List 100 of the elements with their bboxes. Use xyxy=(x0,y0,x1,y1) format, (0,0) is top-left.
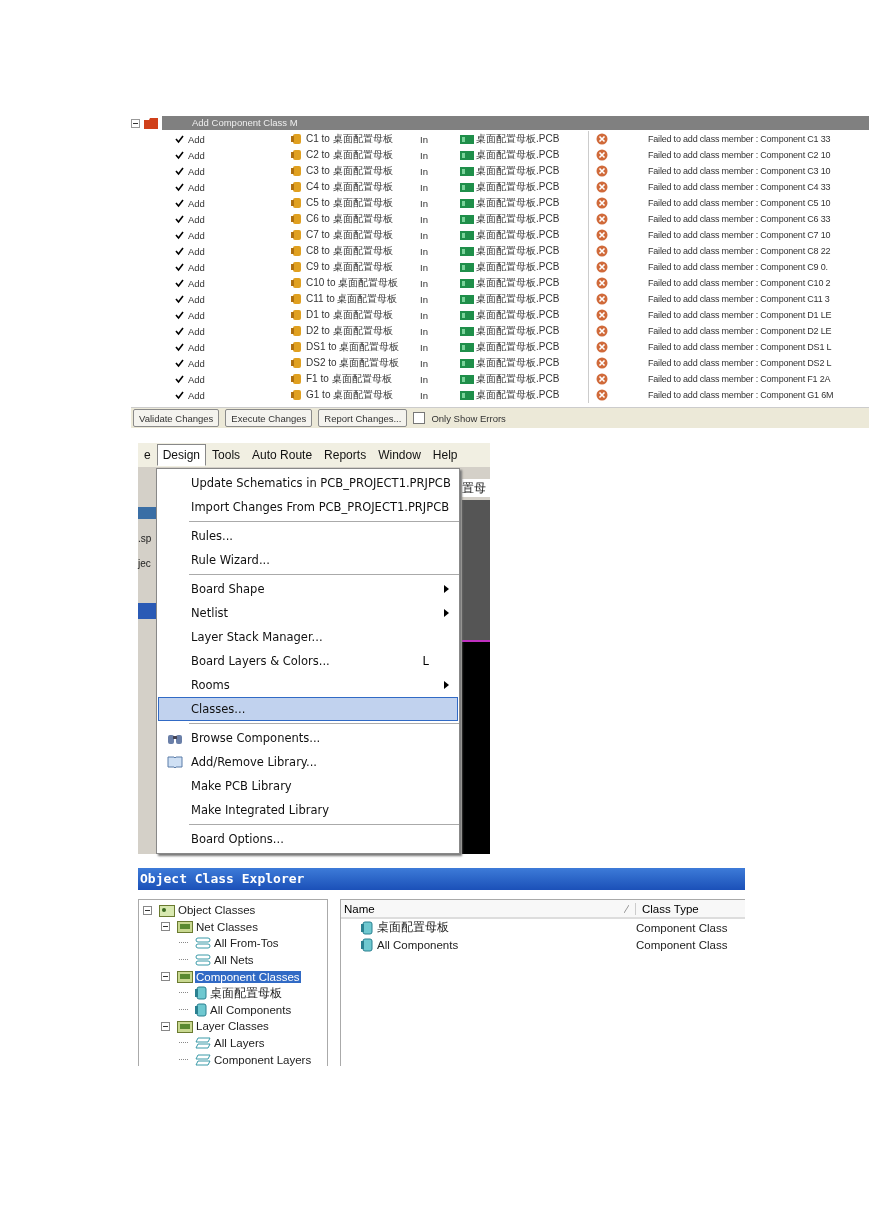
list-item[interactable]: All Components xyxy=(377,938,459,951)
error-icon xyxy=(596,181,608,193)
menu-item[interactable]: Update Schematics in PCB_PROJECT1.PRJPCB xyxy=(158,471,458,495)
error-icon xyxy=(596,389,608,401)
group-header: Add Component Class M xyxy=(162,116,869,130)
message-text: Failed to add class member : Component C3 10 xyxy=(648,166,832,176)
tree-item[interactable]: Net Classes xyxy=(195,920,259,933)
menu-bar-item[interactable]: Auto Route xyxy=(246,444,319,466)
menu-bar-item[interactable]: e xyxy=(138,444,157,466)
menu-item[interactable]: Classes... xyxy=(158,697,458,721)
error-icon xyxy=(596,245,608,257)
folder-icon xyxy=(177,1019,193,1033)
dialog-button[interactable]: Report Changes... xyxy=(318,409,408,427)
folder-icon xyxy=(177,920,193,934)
tree-item[interactable]: All Layers xyxy=(213,1037,266,1050)
menu-item[interactable]: Make Integrated Library xyxy=(158,798,458,822)
message-text: Failed to add class member : Component C9 0. xyxy=(648,262,829,272)
menu-item[interactable]: Browse Components... xyxy=(158,726,458,750)
menu-bar-item[interactable]: Design xyxy=(156,444,207,466)
direction-text: In xyxy=(420,341,429,353)
action-text: Add xyxy=(188,261,206,273)
menu-bar-item[interactable]: Reports xyxy=(318,444,373,466)
action-text: Add xyxy=(188,245,206,257)
tree-item[interactable]: All Nets xyxy=(213,954,255,967)
menu-bar-item[interactable]: Window xyxy=(372,444,427,466)
component-icon xyxy=(291,389,302,401)
column-header[interactable]: Class Type xyxy=(636,902,699,915)
affected-document: 桌面配置母板.PCB xyxy=(476,388,561,402)
direction-text: In xyxy=(420,133,429,145)
direction-text: In xyxy=(420,325,429,337)
collapse-toggle[interactable] xyxy=(131,118,140,128)
action-text: Add xyxy=(188,309,206,321)
action-text: Add xyxy=(188,181,206,193)
pcb-icon xyxy=(460,166,474,176)
menu-bar-item[interactable]: Tools xyxy=(206,444,247,466)
menu-item[interactable]: Rule Wizard... xyxy=(158,548,458,572)
affected-object: DS1 to 桌面配置母板 xyxy=(306,340,401,354)
message-text: Failed to add class member : Component G1 6M xyxy=(648,390,835,400)
net-icon xyxy=(195,954,211,967)
direction-text: In xyxy=(420,357,429,369)
direction-text: In xyxy=(420,261,429,273)
error-icon xyxy=(596,213,608,225)
error-icon xyxy=(596,373,608,385)
tree-item[interactable]: Layer Classes xyxy=(195,1020,270,1033)
message-text: Failed to add class member : Component C1 33 xyxy=(648,134,832,144)
pcb-icon xyxy=(460,198,474,208)
tree-toggle[interactable] xyxy=(161,922,170,932)
checkbox[interactable] xyxy=(413,412,426,424)
dialog-button[interactable]: Execute Changes xyxy=(225,409,313,427)
affected-object: C3 to 桌面配置母板 xyxy=(306,164,394,178)
layer-icon xyxy=(195,1053,211,1066)
pcb-icon xyxy=(460,374,474,384)
message-text: Failed to add class member : Component DS2 L xyxy=(648,358,833,368)
menu-item[interactable]: Add/Remove Library... xyxy=(158,750,458,774)
toolbar-strip xyxy=(138,507,156,519)
folder-icon xyxy=(177,970,193,984)
menu-item[interactable]: Rules... xyxy=(158,524,458,548)
menu-item[interactable]: Netlist xyxy=(158,601,458,625)
affected-object: C1 to 桌面配置母板 xyxy=(306,132,394,146)
component-icon xyxy=(291,133,302,145)
component-icon xyxy=(291,165,302,177)
menu-item[interactable]: Board Shape xyxy=(158,577,458,601)
affected-object: DS2 to 桌面配置母板 xyxy=(306,356,401,370)
action-text: Add xyxy=(188,213,206,225)
dialog-button[interactable]: Validate Changes xyxy=(133,409,220,427)
message-text: Failed to add class member : Component C5 10 xyxy=(648,198,832,208)
affected-document: 桌面配置母板.PCB xyxy=(476,324,561,338)
affected-document: 桌面配置母板.PCB xyxy=(476,148,561,162)
message-text: Failed to add class member : Component C11 3 xyxy=(648,294,831,304)
error-icon xyxy=(596,149,608,161)
direction-text: In xyxy=(420,165,429,177)
menu-item[interactable]: Make PCB Library xyxy=(158,774,458,798)
tree-toggle[interactable] xyxy=(143,905,152,915)
menu-item[interactable]: Board Layers & Colors... L xyxy=(158,649,458,673)
affected-document: 桌面配置母板.PCB xyxy=(476,292,561,306)
tree-item[interactable]: Object Classes xyxy=(177,904,257,917)
column-header[interactable]: Name xyxy=(341,902,636,915)
tree-item[interactable]: All From-Tos xyxy=(213,937,280,950)
message-text: Failed to add class member : Component C2 10 xyxy=(648,150,832,160)
menu-bar-item[interactable]: Help xyxy=(426,444,464,466)
pcb-icon xyxy=(460,246,474,256)
error-icon xyxy=(596,133,608,145)
tree-item[interactable]: Component Classes xyxy=(195,970,301,983)
menu-item[interactable]: Rooms xyxy=(158,673,458,697)
menu-item[interactable]: Import Changes From PCB_PROJECT1.PRJPCB xyxy=(158,495,458,519)
tree-item[interactable]: 桌面配置母板 xyxy=(209,985,283,1001)
tree-item[interactable]: Component Layers xyxy=(213,1053,313,1066)
affected-object: G1 to 桌面配置母板 xyxy=(306,388,395,402)
tree-toggle[interactable] xyxy=(161,972,170,982)
error-icon xyxy=(596,261,608,273)
menu-item[interactable]: Layer Stack Manager... xyxy=(158,625,458,649)
tree-toggle[interactable] xyxy=(161,1021,170,1031)
component-icon xyxy=(361,937,373,952)
tree-item[interactable]: All Components xyxy=(209,1003,293,1016)
pcb-icon xyxy=(460,182,474,192)
affected-document: 桌面配置母板.PCB xyxy=(476,308,561,322)
list-item[interactable]: 桌面配置母板 xyxy=(377,920,449,935)
affected-object: D1 to 桌面配置母板 xyxy=(306,308,394,322)
message-text: Failed to add class member : Component DS1 L xyxy=(648,342,833,352)
menu-item[interactable]: Board Options... xyxy=(158,827,458,851)
